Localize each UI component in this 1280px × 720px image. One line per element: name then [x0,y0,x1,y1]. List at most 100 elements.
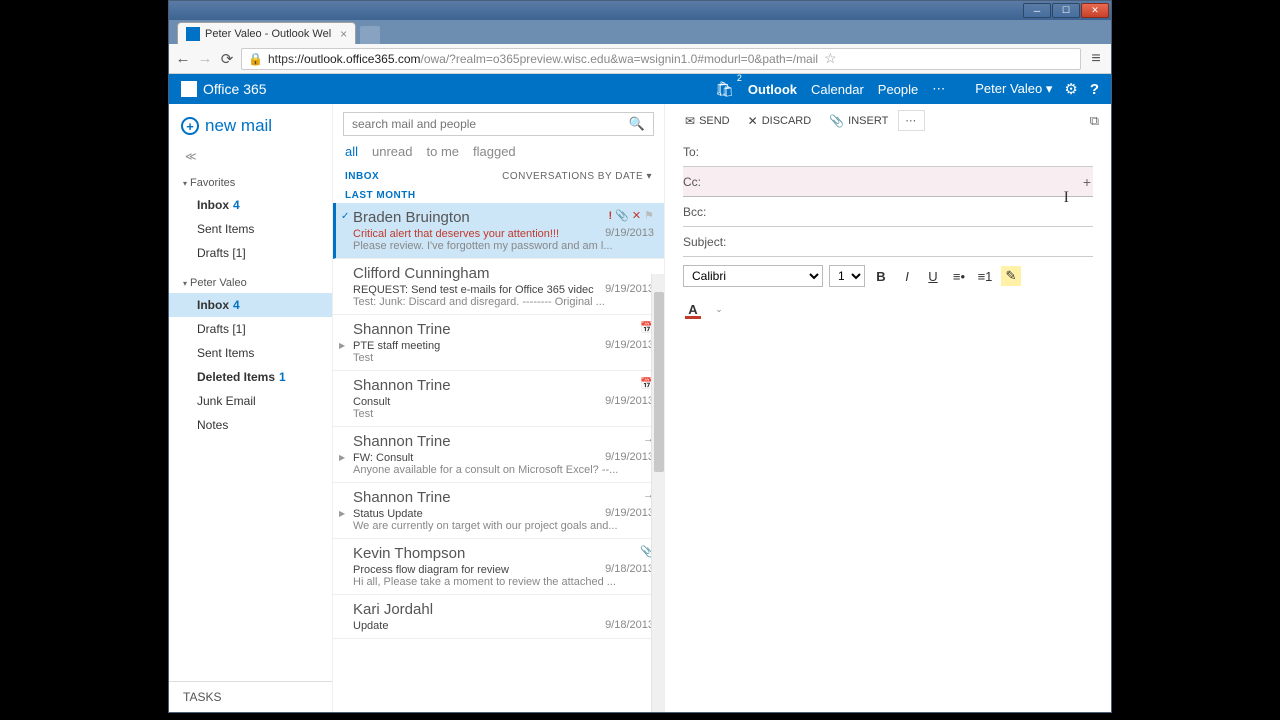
filter-unread[interactable]: unread [372,144,412,159]
nav-item[interactable]: Sent Items [169,341,332,365]
favorites-header[interactable]: Favorites [169,173,332,193]
url-input[interactable]: 🔒 https ://outlook.office365.com /owa/?r… [241,48,1081,70]
discard-icon: ✕ [748,114,758,128]
back-button[interactable]: ← [175,51,191,67]
filter-all[interactable]: all [345,144,358,159]
message-item[interactable]: Shannon Trine📅Consult9/19/2013Test [333,371,664,427]
browser-menu-button[interactable]: ≡ [1087,50,1105,68]
thread-expand-icon[interactable]: ▶ [339,341,345,350]
thread-expand-icon[interactable]: ▶ [339,509,345,518]
nav-item[interactable]: Junk Email [169,389,332,413]
popout-icon[interactable]: ⧉ [1090,113,1099,129]
search-icon[interactable]: 🔍 [621,116,653,132]
message-item[interactable]: ▶Shannon Trine📅PTE staff meeting9/19/201… [333,315,664,371]
nav-outlook[interactable]: Outlook [748,82,797,97]
message-list-pane: 🔍 all unread to me flagged INBOX CONVERS… [333,104,665,712]
bold-button[interactable]: B [871,266,891,286]
filter-flagged[interactable]: flagged [473,144,516,159]
gear-icon[interactable]: ⚙ [1064,80,1077,98]
nav-more[interactable]: ⋯ [932,81,945,97]
font-size-select[interactable]: 12 [829,265,865,287]
tasks-button[interactable]: TASKS [169,681,332,712]
compose-body[interactable] [683,327,1093,708]
app-body: + new mail ≪ Favorites Inbox4Sent ItemsD… [169,104,1111,712]
delete-icon[interactable]: ✕ [632,209,641,222]
bookmark-star-icon[interactable]: ☆ [824,50,837,67]
tab-close-icon[interactable]: × [340,27,347,41]
user-menu[interactable]: Peter Valeo ▾ [975,81,1052,97]
search-input[interactable] [344,117,621,131]
o365-header: Office 365 🛍2 Outlook Calendar People ⋯ … [169,74,1111,104]
nav-item[interactable]: Drafts [1] [169,241,332,265]
nav-item[interactable]: Sent Items [169,217,332,241]
bullet-list-button[interactable]: ≡• [949,266,969,286]
nav-item[interactable]: Deleted Items1 [169,365,332,389]
folder-name: INBOX [345,171,379,182]
folder-header: INBOX CONVERSATIONS BY DATE ▾ [333,165,664,184]
message-item[interactable]: ✓Braden Bruington!📎✕⚑Critical alert that… [333,203,664,259]
check-icon: ✓ [341,211,349,222]
thread-expand-icon[interactable]: ▶ [339,453,345,462]
to-field-row: To: [683,137,1093,167]
underline-button[interactable]: U [923,266,943,286]
highlight-button[interactable]: ✎ [1001,266,1021,286]
add-contact-icon[interactable]: + [1083,174,1091,190]
message-item[interactable]: Kari JordahlUpdate9/18/2013 [333,595,664,639]
window-close-button[interactable]: ✕ [1081,3,1109,18]
cc-input[interactable] [737,175,1093,189]
nav-item[interactable]: Inbox4 [169,293,332,317]
new-mail-button[interactable]: + new mail [169,104,332,144]
sort-dropdown[interactable]: CONVERSATIONS BY DATE ▾ [502,171,652,182]
bcc-input[interactable] [737,205,1093,219]
nav-notifications[interactable]: 🛍2 [715,80,734,98]
nav-count: 4 [233,198,240,212]
discard-button[interactable]: ✕DISCARD [740,111,820,131]
format-toolbar: Calibri 12 B I U ≡• ≡1 ✎ A ⌄ [665,257,1111,323]
italic-button[interactable]: I [897,266,917,286]
window-maximize-button[interactable]: ☐ [1052,3,1080,18]
outlook-favicon-icon [186,27,200,41]
browser-tab[interactable]: Peter Valeo - Outlook Wel × [177,22,356,44]
font-color-button[interactable]: A [683,299,703,319]
nav-item[interactable]: Notes [169,413,332,437]
scrollbar-thumb[interactable] [654,292,664,472]
bcc-label: Bcc: [683,205,737,219]
number-list-button[interactable]: ≡1 [975,266,995,286]
insert-button[interactable]: 📎INSERT [821,111,896,131]
subject-input[interactable] [737,235,1093,249]
message-item[interactable]: Kevin Thompson📎Process flow diagram for … [333,539,664,595]
search-box: 🔍 [343,112,654,136]
account-section: Peter Valeo Inbox4Drafts [1]Sent ItemsDe… [169,269,332,441]
header-right: Peter Valeo ▾ ⚙ ? [975,80,1099,98]
compose-more-button[interactable]: ⋯ [898,110,925,131]
message-date: 9/19/2013 [605,395,654,407]
message-date: 9/19/2013 [605,451,654,463]
message-item[interactable]: Clifford CunninghamREQUEST: Send test e-… [333,259,664,315]
window-minimize-button[interactable]: ─ [1023,3,1051,18]
collapse-nav-button[interactable]: ≪ [169,144,332,169]
nav-item[interactable]: Drafts [1] [169,317,332,341]
new-tab-button[interactable] [360,26,380,44]
message-item[interactable]: ▶Shannon Trine→FW: Consult9/19/2013Anyon… [333,427,664,483]
filter-to-me[interactable]: to me [427,144,460,159]
flag-icon[interactable]: ⚑ [644,209,654,222]
font-family-select[interactable]: Calibri [683,265,823,287]
to-input[interactable] [737,145,1093,159]
notification-count: 2 [737,73,742,83]
nav-item[interactable]: Inbox4 [169,193,332,217]
subject-field-row: Subject: [683,227,1093,257]
scrollbar[interactable] [651,274,665,712]
important-icon: ! [609,210,613,222]
help-icon[interactable]: ? [1090,81,1099,98]
nav-people[interactable]: People [878,82,918,97]
message-preview: Test [353,352,652,364]
forward-button[interactable]: → [197,51,213,67]
message-item[interactable]: ▶Shannon Trine→Status Update9/19/2013We … [333,483,664,539]
message-sender: Kevin Thompson [353,545,652,562]
format-expand-button[interactable]: ⌄ [709,299,729,319]
account-header[interactable]: Peter Valeo [169,273,332,293]
send-button[interactable]: ✉SEND [677,111,738,131]
nav-calendar[interactable]: Calendar [811,82,864,97]
reload-button[interactable]: ⟳ [219,51,235,67]
message-date: 9/19/2013 [605,283,654,295]
